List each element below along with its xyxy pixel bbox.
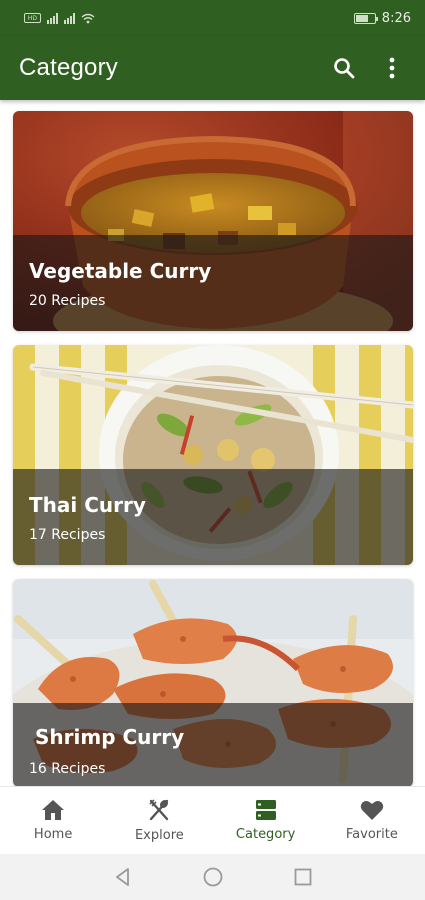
nav-explore-label: Explore bbox=[134, 828, 184, 843]
nav-explore[interactable]: Explore bbox=[106, 787, 212, 854]
wifi-icon bbox=[81, 13, 95, 23]
more-options-button[interactable] bbox=[379, 55, 405, 81]
back-icon[interactable] bbox=[113, 867, 133, 887]
nav-category[interactable]: Category bbox=[213, 787, 319, 854]
home-circle-icon[interactable] bbox=[203, 867, 223, 887]
bottom-navigation: Home Explore Category Favorite bbox=[0, 786, 425, 854]
page-title: Category bbox=[19, 54, 118, 81]
card-overlay bbox=[13, 469, 413, 565]
nav-home-label: Home bbox=[33, 827, 73, 842]
category-card-vegetable-curry[interactable]: Vegetable Curry 20 Recipes bbox=[13, 111, 413, 331]
search-button[interactable] bbox=[331, 55, 357, 81]
sim-badge: HD bbox=[24, 13, 41, 23]
recipe-count: 16 Recipes bbox=[29, 761, 106, 777]
signal-2-icon bbox=[64, 12, 75, 24]
status-time: 8:26 bbox=[381, 10, 411, 26]
home-icon bbox=[42, 800, 65, 820]
status-right: 8:26 bbox=[353, 10, 411, 26]
search-icon bbox=[334, 58, 355, 79]
category-title: Thai Curry bbox=[29, 493, 146, 517]
more-vert-icon bbox=[389, 57, 395, 79]
category-title: Vegetable Curry bbox=[29, 259, 212, 283]
recents-icon[interactable] bbox=[293, 867, 313, 887]
category-icon bbox=[255, 800, 276, 820]
category-list: Vegetable Curry 20 Recipes Thai Curry 17… bbox=[13, 111, 413, 801]
heart-icon bbox=[360, 801, 384, 820]
category-title: Shrimp Curry bbox=[35, 725, 185, 749]
nav-home[interactable]: Home bbox=[0, 787, 106, 854]
recipe-count: 20 Recipes bbox=[29, 293, 106, 309]
utensils-icon bbox=[149, 799, 169, 821]
status-bar: HD 8:26 bbox=[0, 0, 425, 36]
card-overlay bbox=[13, 235, 413, 331]
status-left: HD bbox=[24, 12, 95, 24]
nav-category-label: Category bbox=[235, 827, 296, 842]
battery-icon bbox=[353, 12, 378, 24]
nav-favorite-label: Favorite bbox=[345, 827, 398, 842]
recipe-count: 17 Recipes bbox=[29, 527, 106, 543]
signal-icon bbox=[47, 12, 58, 24]
app-bar: Category bbox=[0, 36, 425, 100]
app-actions bbox=[331, 55, 405, 81]
system-navigation bbox=[0, 854, 425, 900]
nav-favorite[interactable]: Favorite bbox=[319, 787, 425, 854]
category-card-thai-curry[interactable]: Thai Curry 17 Recipes bbox=[13, 345, 413, 565]
category-card-shrimp-curry[interactable]: Shrimp Curry 16 Recipes bbox=[13, 579, 413, 787]
